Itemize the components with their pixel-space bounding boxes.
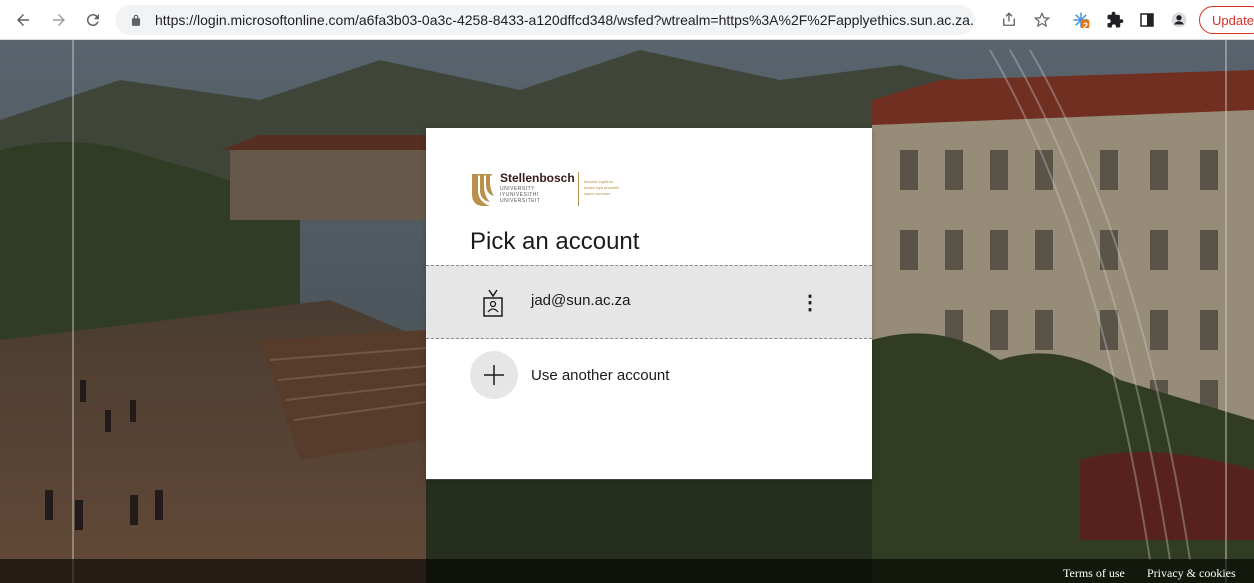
privacy-cookies-link[interactable]: Privacy & cookies <box>1147 566 1236 581</box>
use-another-account-button[interactable]: Use another account <box>426 341 872 415</box>
page-title: Pick an account <box>470 228 640 255</box>
browser-toolbar: https://login.microsoftonline.com/a6fa3b… <box>0 0 1254 40</box>
use-another-account-label[interactable]: Use another account <box>531 367 669 384</box>
url-text[interactable]: https://login.microsoftonline.com/a6fa3b… <box>155 12 975 28</box>
terms-of-use-link[interactable]: Terms of use <box>1063 566 1125 581</box>
star-icon[interactable] <box>1031 9 1053 31</box>
badge-icon: 2 <box>1083 21 1089 31</box>
logo-tagline-3: saam vorentoe <box>584 191 611 196</box>
logo-line-3: UNIVERSITEIT <box>500 198 541 204</box>
plus-icon[interactable] <box>470 351 518 399</box>
account-email[interactable]: jad@sun.ac.za <box>531 292 630 309</box>
profile-icon[interactable] <box>1168 9 1190 31</box>
logo-tagline-2: sonke siya phambili <box>584 185 619 190</box>
address-bar[interactable]: https://login.microsoftonline.com/a6fa3b… <box>115 5 975 35</box>
login-card: Stellenbosch UNIVERSITY IYUNIVESITHI UNI… <box>426 128 872 479</box>
extension-icon[interactable]: 2 <box>1070 9 1092 31</box>
logo-name: Stellenbosch <box>500 171 575 185</box>
lock-icon[interactable] <box>129 13 143 27</box>
side-panel-icon[interactable] <box>1136 9 1158 31</box>
puzzle-icon[interactable] <box>1104 9 1126 31</box>
page-footer: Terms of use Privacy & cookies <box>0 559 1254 583</box>
background-campus-photo: Stellenbosch UNIVERSITY IYUNIVESITHI UNI… <box>0 40 1254 583</box>
account-tile[interactable]: jad@sun.ac.za ⋮ <box>426 265 872 339</box>
logo-tagline-1: forward together <box>584 179 614 184</box>
share-icon[interactable] <box>998 9 1020 31</box>
reload-icon[interactable] <box>82 9 104 31</box>
back-arrow-icon[interactable] <box>12 9 34 31</box>
logo-divider <box>578 172 579 206</box>
more-icon[interactable]: ⋮ <box>798 284 822 320</box>
update-button[interactable]: Update <box>1199 6 1254 34</box>
badge-account-icon <box>483 289 503 317</box>
forward-arrow-icon[interactable] <box>48 9 70 31</box>
